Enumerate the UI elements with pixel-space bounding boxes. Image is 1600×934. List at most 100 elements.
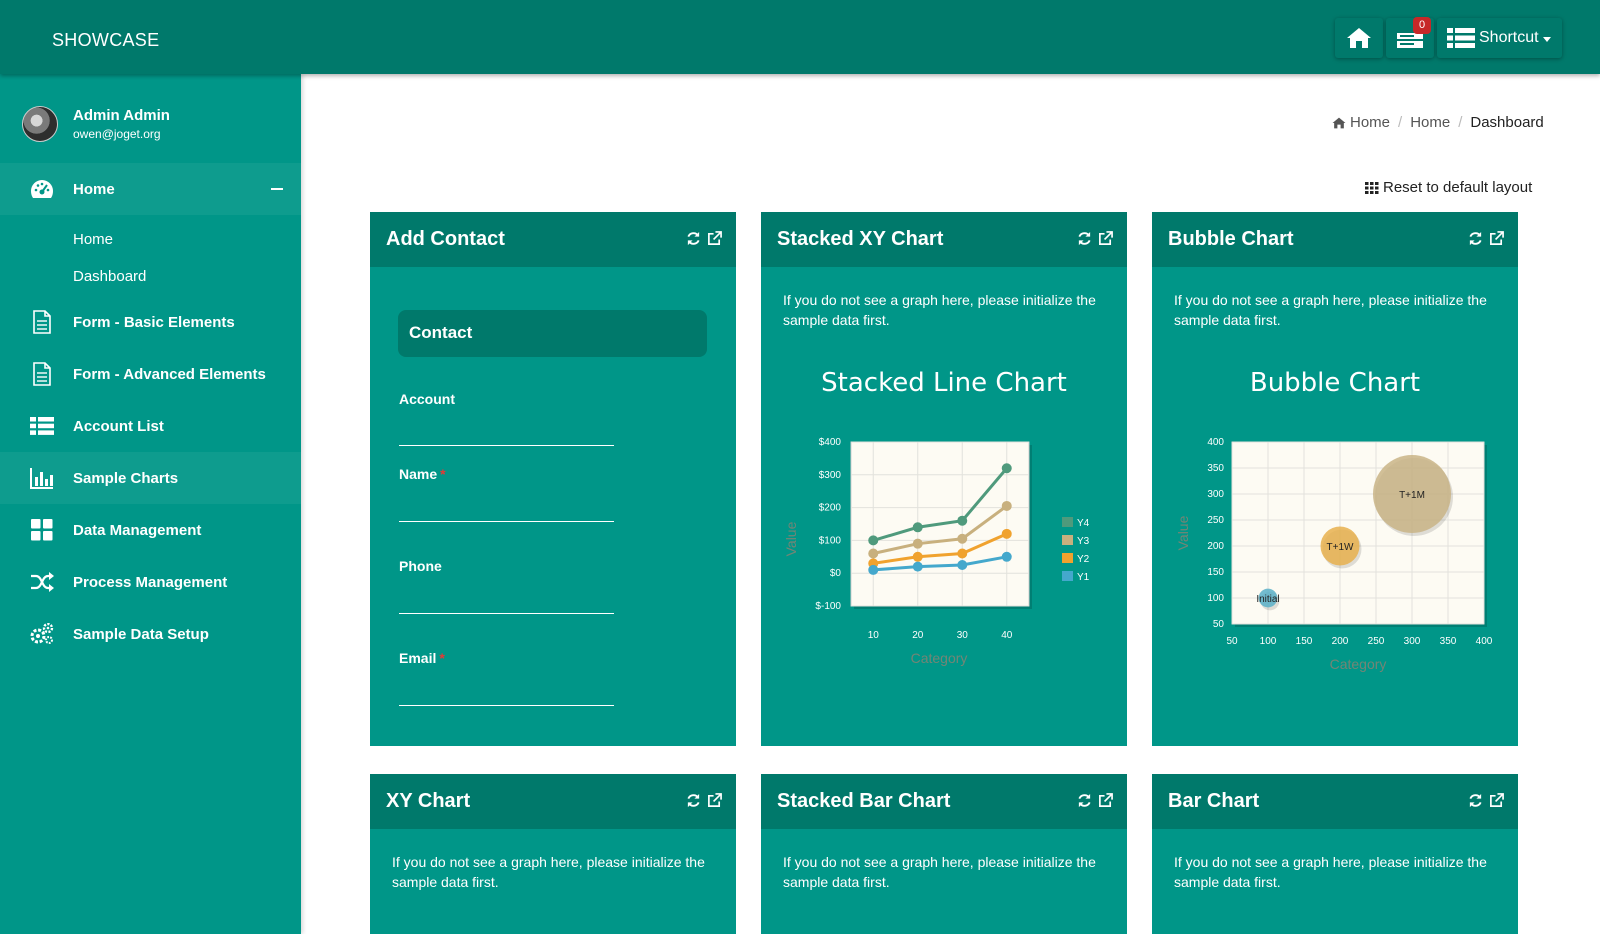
legend-swatch xyxy=(1062,571,1073,581)
chart-note: If you do not see a graph here, please i… xyxy=(1174,292,1487,328)
sidebar-item-label: Sample Data Setup xyxy=(73,625,209,643)
x-tick-label: 250 xyxy=(1368,636,1385,647)
account-input[interactable] xyxy=(399,445,614,446)
legend-label: Y2 xyxy=(1077,554,1090,565)
external-link-icon[interactable] xyxy=(1098,231,1113,246)
sidebar-item-form-advanced[interactable]: Form - Advanced Elements xyxy=(0,348,301,400)
refresh-icon[interactable] xyxy=(1077,231,1092,246)
document-icon xyxy=(30,310,54,334)
y-tick-label: $200 xyxy=(819,503,842,514)
card-header: XY Chart xyxy=(370,774,736,829)
y-tick-label: 50 xyxy=(1213,619,1225,630)
external-link-icon[interactable] xyxy=(707,793,722,808)
refresh-icon[interactable] xyxy=(1468,231,1483,246)
x-tick-label: 40 xyxy=(1001,630,1013,641)
breadcrumb-separator: / xyxy=(1458,114,1463,131)
breadcrumb-home-link[interactable]: Home xyxy=(1410,114,1450,131)
x-tick-label: 100 xyxy=(1260,636,1277,647)
sidebar-item-home[interactable]: Home xyxy=(0,163,301,215)
collapse-icon[interactable] xyxy=(271,188,283,190)
home-button[interactable] xyxy=(1335,18,1383,58)
x-tick-label: 20 xyxy=(912,630,924,641)
y-tick-label: 200 xyxy=(1207,541,1224,552)
sidebar: Admin Admin owen@joget.org Home Home Das… xyxy=(0,74,301,934)
card-bar-chart: Bar Chart If you do not see a graph here… xyxy=(1152,774,1518,934)
sidebar-subitem-home[interactable]: Home xyxy=(73,231,113,248)
reset-layout-label: Reset to default layout xyxy=(1383,179,1533,196)
sidebar-item-sample-data-setup[interactable]: Sample Data Setup xyxy=(0,608,301,660)
email-input[interactable] xyxy=(399,705,614,706)
legend-swatch xyxy=(1062,535,1073,545)
shuffle-icon xyxy=(30,571,54,593)
sidebar-item-label: Data Management xyxy=(73,521,202,539)
sidebar-item-label: Process Management xyxy=(73,573,228,591)
data-point xyxy=(868,564,879,575)
shortcut-menu-button[interactable]: Shortcut xyxy=(1437,18,1562,58)
bar-chart-icon xyxy=(30,467,54,489)
grid-icon xyxy=(30,519,54,541)
card-header: Bar Chart xyxy=(1152,774,1518,829)
x-tick-label: 10 xyxy=(868,630,880,641)
refresh-icon[interactable] xyxy=(686,793,701,808)
x-tick-label: 30 xyxy=(957,630,969,641)
external-link-icon[interactable] xyxy=(1098,793,1113,808)
chart-note: If you do not see a graph here, please i… xyxy=(783,854,1096,890)
refresh-icon[interactable] xyxy=(1468,793,1483,808)
card-bubble-chart: Bubble Chart If you do not see a graph h… xyxy=(1152,212,1518,746)
phone-label: Phone xyxy=(399,558,442,574)
avatar xyxy=(22,106,58,142)
data-point xyxy=(912,561,923,572)
card-stacked-bar-chart: Stacked Bar Chart If you do not see a gr… xyxy=(761,774,1127,934)
reset-layout-link[interactable]: Reset to default layout xyxy=(1365,179,1532,196)
data-point xyxy=(1001,528,1012,539)
list-icon xyxy=(30,415,54,437)
y-tick-label: 300 xyxy=(1207,489,1224,500)
card-header: Stacked XY Chart xyxy=(761,212,1127,267)
phone-input[interactable] xyxy=(399,613,614,614)
bubble-label: T+1M xyxy=(1399,490,1425,501)
external-link-icon[interactable] xyxy=(1489,231,1504,246)
user-profile[interactable]: Admin Admin owen@joget.org xyxy=(22,106,170,142)
legend-label: Y3 xyxy=(1077,536,1090,547)
sidebar-item-form-basic[interactable]: Form - Basic Elements xyxy=(0,296,301,348)
legend-label: Y4 xyxy=(1077,518,1090,529)
name-input[interactable] xyxy=(399,521,614,522)
refresh-icon[interactable] xyxy=(1077,793,1092,808)
data-point xyxy=(957,515,968,526)
data-point xyxy=(957,560,968,570)
sidebar-item-data-management[interactable]: Data Management xyxy=(0,504,301,556)
external-link-icon[interactable] xyxy=(1489,793,1504,808)
legend-swatch xyxy=(1062,517,1073,527)
data-point xyxy=(957,548,968,559)
sidebar-item-label: Form - Advanced Elements xyxy=(73,365,266,383)
notification-badge: 0 xyxy=(1413,17,1431,34)
brand-logo[interactable]: SHOWCASE xyxy=(52,30,159,51)
sidebar-subitem-dashboard[interactable]: Dashboard xyxy=(73,268,146,285)
top-navbar: SHOWCASE 0 Shortcut xyxy=(0,0,1600,74)
y-tick-label: $400 xyxy=(819,437,842,448)
required-marker: * xyxy=(440,466,446,482)
data-point xyxy=(912,538,923,549)
card-header: Add Contact xyxy=(370,212,736,267)
x-axis-label: Category xyxy=(1330,656,1387,672)
bubble-chart: 50 100 150 200 250 300 350 400 50 100 150 200 250 300… xyxy=(1175,437,1493,672)
card-title: Bar Chart xyxy=(1168,790,1260,812)
sidebar-item-label: Sample Charts xyxy=(73,469,179,487)
data-point xyxy=(868,535,879,546)
card-add-contact: Add Contact Contact Account Name * Phone … xyxy=(370,212,736,746)
y-tick-label: 400 xyxy=(1207,437,1224,448)
account-label: Account xyxy=(399,391,455,407)
notifications-button[interactable]: 0 xyxy=(1386,17,1434,58)
x-tick-label: 150 xyxy=(1296,636,1313,647)
sidebar-item-sample-charts[interactable]: Sample Charts xyxy=(0,452,301,504)
legend-swatch xyxy=(1062,553,1073,563)
data-point xyxy=(957,533,968,544)
refresh-icon[interactable] xyxy=(686,231,701,246)
breadcrumb-home-link[interactable]: Home xyxy=(1350,114,1390,131)
chart-title: Bubble Chart xyxy=(1249,368,1421,398)
gears-icon xyxy=(30,623,54,645)
sidebar-item-account-list[interactable]: Account List xyxy=(0,400,301,452)
external-link-icon[interactable] xyxy=(707,231,722,246)
sidebar-item-process-management[interactable]: Process Management xyxy=(0,556,301,608)
email-label: Email * xyxy=(399,650,445,666)
